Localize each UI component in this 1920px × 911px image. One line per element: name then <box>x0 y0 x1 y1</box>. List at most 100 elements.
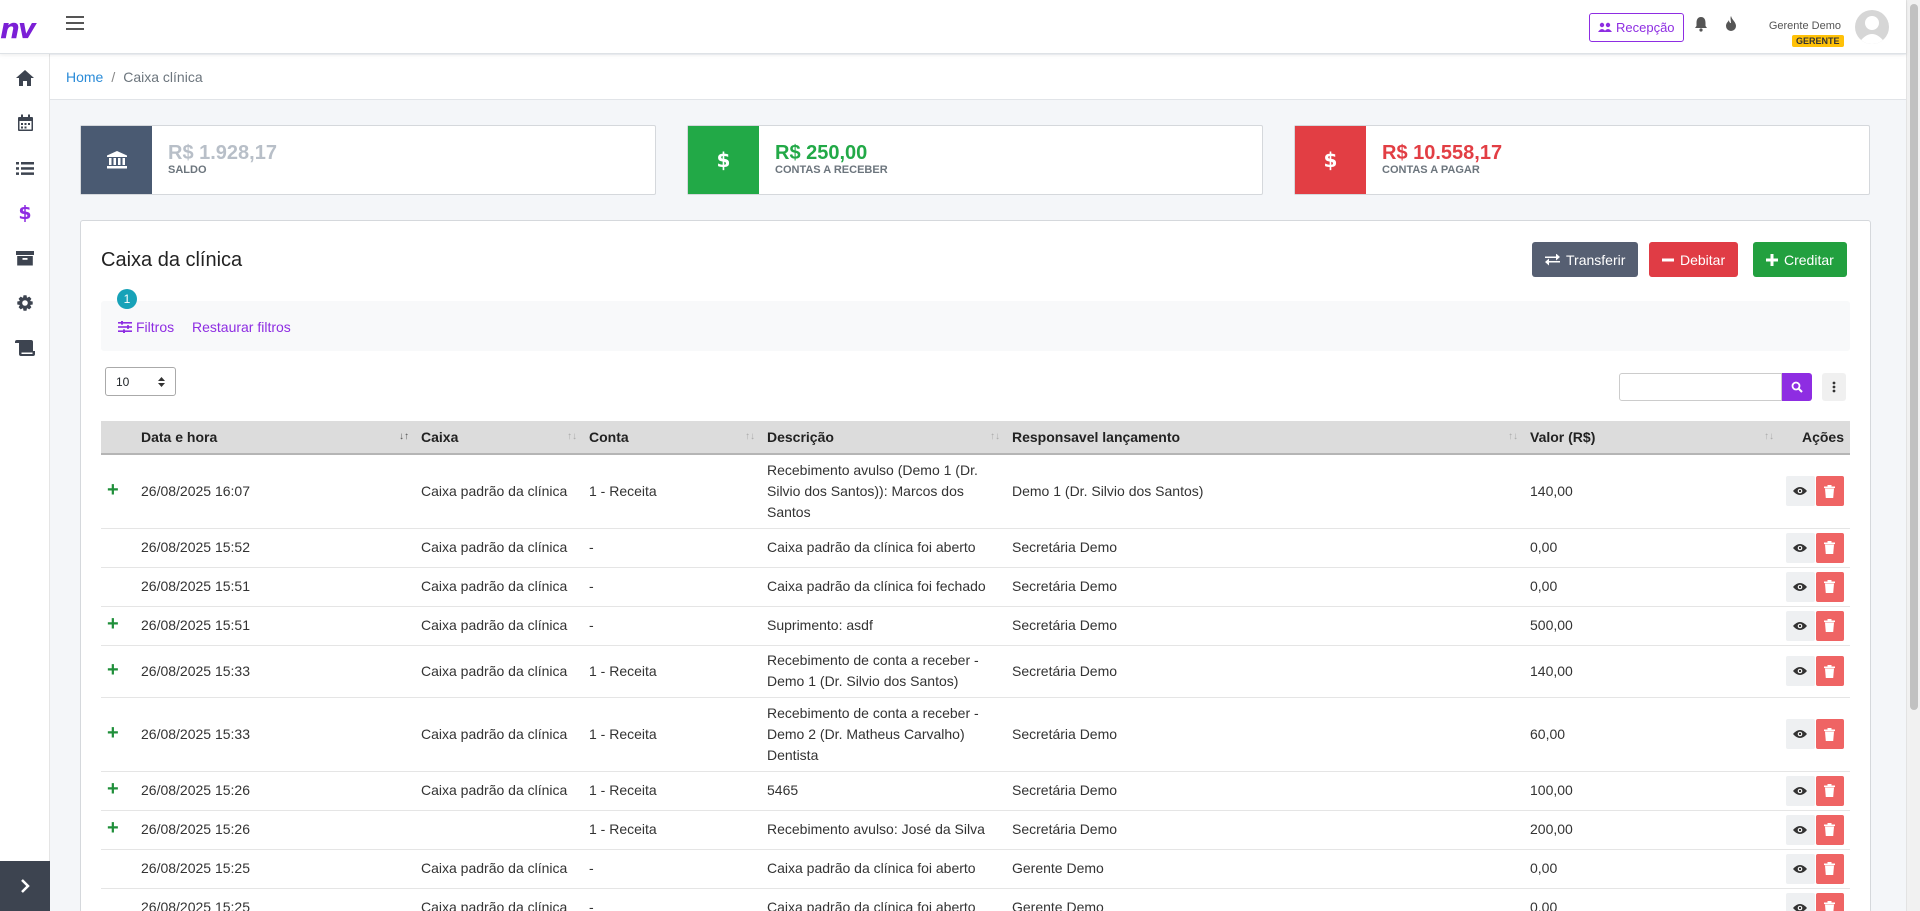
delete-button[interactable] <box>1815 892 1844 911</box>
row-expand[interactable]: + <box>101 454 135 529</box>
delete-button[interactable] <box>1815 719 1844 749</box>
debit-button[interactable]: Debitar <box>1649 242 1739 277</box>
row-expand[interactable] <box>101 888 135 911</box>
view-button[interactable] <box>1786 892 1815 911</box>
view-button[interactable] <box>1786 814 1815 845</box>
receivables-value: R$ 250,00 <box>775 142 868 164</box>
view-button[interactable] <box>1786 610 1815 641</box>
view-button[interactable] <box>1786 476 1815 507</box>
breadcrumb-home-link[interactable]: Home <box>66 69 103 85</box>
table-row[interactable]: 26/08/2025 15:25 Caixa padrão da clínica -… <box>101 849 1850 889</box>
sidebar-item-home[interactable] <box>14 67 36 89</box>
table-row[interactable]: +26/08/2025 16:07 Caixa padrão da clínica… <box>101 454 1850 529</box>
delete-button[interactable] <box>1815 532 1844 563</box>
table-row[interactable]: +26/08/2025 15:33 Caixa padrão da clínica… <box>101 697 1850 772</box>
reception-button[interactable]: Recepção <box>1589 13 1684 42</box>
payables-value: R$ 10.558,17 <box>1382 142 1503 164</box>
sidebar-item-scroll[interactable] <box>14 337 36 359</box>
cell-date: 26/08/2025 15:52 <box>135 528 415 568</box>
plus-icon[interactable]: + <box>107 817 119 839</box>
header-date[interactable]: Data e hora ↓↑ <box>135 421 415 455</box>
header-valor[interactable]: Valor (R$) ↑↓ <box>1524 421 1780 455</box>
cell-date: 26/08/2025 15:51 <box>135 567 415 607</box>
per-page-select[interactable]: 10 <box>105 367 176 396</box>
table-row[interactable]: +26/08/2025 15:51 Caixa padrão da clínica… <box>101 606 1850 646</box>
header-acoes-label: Ações <box>1801 429 1844 445</box>
delete-button[interactable] <box>1815 656 1844 686</box>
sidebar-item-settings[interactable] <box>14 292 36 314</box>
page-scrollbar[interactable] <box>1906 0 1920 911</box>
trash-icon <box>1824 664 1836 678</box>
header-responsavel[interactable]: Responsavel lançamento ↑↓ <box>1006 421 1524 455</box>
row-expand[interactable] <box>101 528 135 568</box>
delete-button[interactable] <box>1815 571 1844 602</box>
delete-button[interactable] <box>1815 775 1844 806</box>
view-button[interactable] <box>1786 719 1815 749</box>
bell-icon[interactable] <box>1694 16 1708 32</box>
plus-icon[interactable]: + <box>107 659 119 681</box>
delete-button[interactable] <box>1815 476 1844 507</box>
plus-icon[interactable]: + <box>107 479 119 501</box>
reset-filters-link[interactable]: Restaurar filtros <box>192 319 291 335</box>
plus-icon[interactable]: + <box>107 613 119 635</box>
sidebar-item-calendar[interactable] <box>14 112 36 134</box>
table-row[interactable]: 26/08/2025 15:52 Caixa padrão da clínica -… <box>101 528 1850 568</box>
payables-label: CONTAS A PAGAR <box>1382 164 1480 176</box>
view-button[interactable] <box>1786 532 1815 563</box>
cell-date: 26/08/2025 15:33 <box>135 697 415 772</box>
plus-icon[interactable]: + <box>107 778 119 800</box>
cash-entries-table: Data e hora ↓↑ Caixa ↑↓ Conta ↑↓ Descrição ↑… <box>101 421 1850 911</box>
view-button[interactable] <box>1786 571 1815 602</box>
trash-icon <box>1824 862 1836 875</box>
credit-label: Creditar <box>1784 251 1834 268</box>
dollar-icon: $ <box>716 148 731 172</box>
delete-button[interactable] <box>1815 853 1844 884</box>
table-row[interactable]: +26/08/2025 15:33 Caixa padrão da clínica… <box>101 645 1850 698</box>
user-avatar[interactable] <box>1855 10 1889 44</box>
row-expand[interactable]: + <box>101 645 135 698</box>
plus-icon[interactable]: + <box>107 722 119 744</box>
user-name: Gerente Demo <box>1768 20 1841 32</box>
info-box-balance: R$ 1.928,17 SALDO <box>80 125 656 195</box>
breadcrumb-separator: / <box>111 69 116 85</box>
row-expand[interactable] <box>101 567 135 607</box>
trash-icon <box>1824 484 1836 498</box>
sidebar-item-archive[interactable] <box>14 247 36 269</box>
user-icon <box>1858 16 1886 44</box>
sidebar-item-finance[interactable]: $ <box>14 202 36 224</box>
row-expand[interactable]: + <box>101 606 135 646</box>
row-expand[interactable] <box>101 849 135 889</box>
view-button[interactable] <box>1786 853 1815 884</box>
view-button[interactable] <box>1786 775 1815 806</box>
card-title: Caixa da clínica <box>101 249 243 271</box>
fire-icon[interactable] <box>1725 16 1737 32</box>
row-expand[interactable]: + <box>101 697 135 772</box>
transfer-button[interactable]: Transferir <box>1532 242 1639 277</box>
delete-button[interactable] <box>1815 610 1844 641</box>
row-expand[interactable]: + <box>101 810 135 850</box>
sidebar-collapse-button[interactable] <box>0 861 50 911</box>
cell-conta: - <box>583 528 761 568</box>
sidebar-item-list[interactable] <box>14 157 36 179</box>
cell-acoes <box>1780 888 1850 911</box>
more-options-button[interactable] <box>1822 373 1846 401</box>
table-row[interactable]: 26/08/2025 15:51 Caixa padrão da clínica -… <box>101 567 1850 607</box>
header-descricao-label: Descrição <box>767 429 834 445</box>
app-logo[interactable]: nv <box>0 12 36 45</box>
filters-link[interactable]: Filtros <box>118 319 174 335</box>
scrollbar-thumb[interactable] <box>1910 4 1918 710</box>
row-expand[interactable]: + <box>101 771 135 811</box>
search-input[interactable] <box>1619 373 1782 401</box>
header-descricao[interactable]: Descrição ↑↓ <box>761 421 1006 455</box>
view-button[interactable] <box>1786 656 1815 686</box>
table-row[interactable]: 26/08/2025 15:25 Caixa padrão da clínica -… <box>101 888 1850 911</box>
table-row[interactable]: +26/08/2025 15:26 Caixa padrão da clínica… <box>101 771 1850 811</box>
delete-button[interactable] <box>1815 814 1844 845</box>
credit-button[interactable]: Creditar <box>1753 242 1847 277</box>
table-row[interactable]: +26/08/2025 15:26 1 - Receita Recebimento … <box>101 810 1850 850</box>
cell-date: 26/08/2025 15:33 <box>135 645 415 698</box>
header-caixa[interactable]: Caixa ↑↓ <box>415 421 583 455</box>
menu-toggle-icon[interactable] <box>66 16 84 32</box>
header-conta[interactable]: Conta ↑↓ <box>583 421 761 455</box>
search-button[interactable] <box>1782 373 1812 401</box>
